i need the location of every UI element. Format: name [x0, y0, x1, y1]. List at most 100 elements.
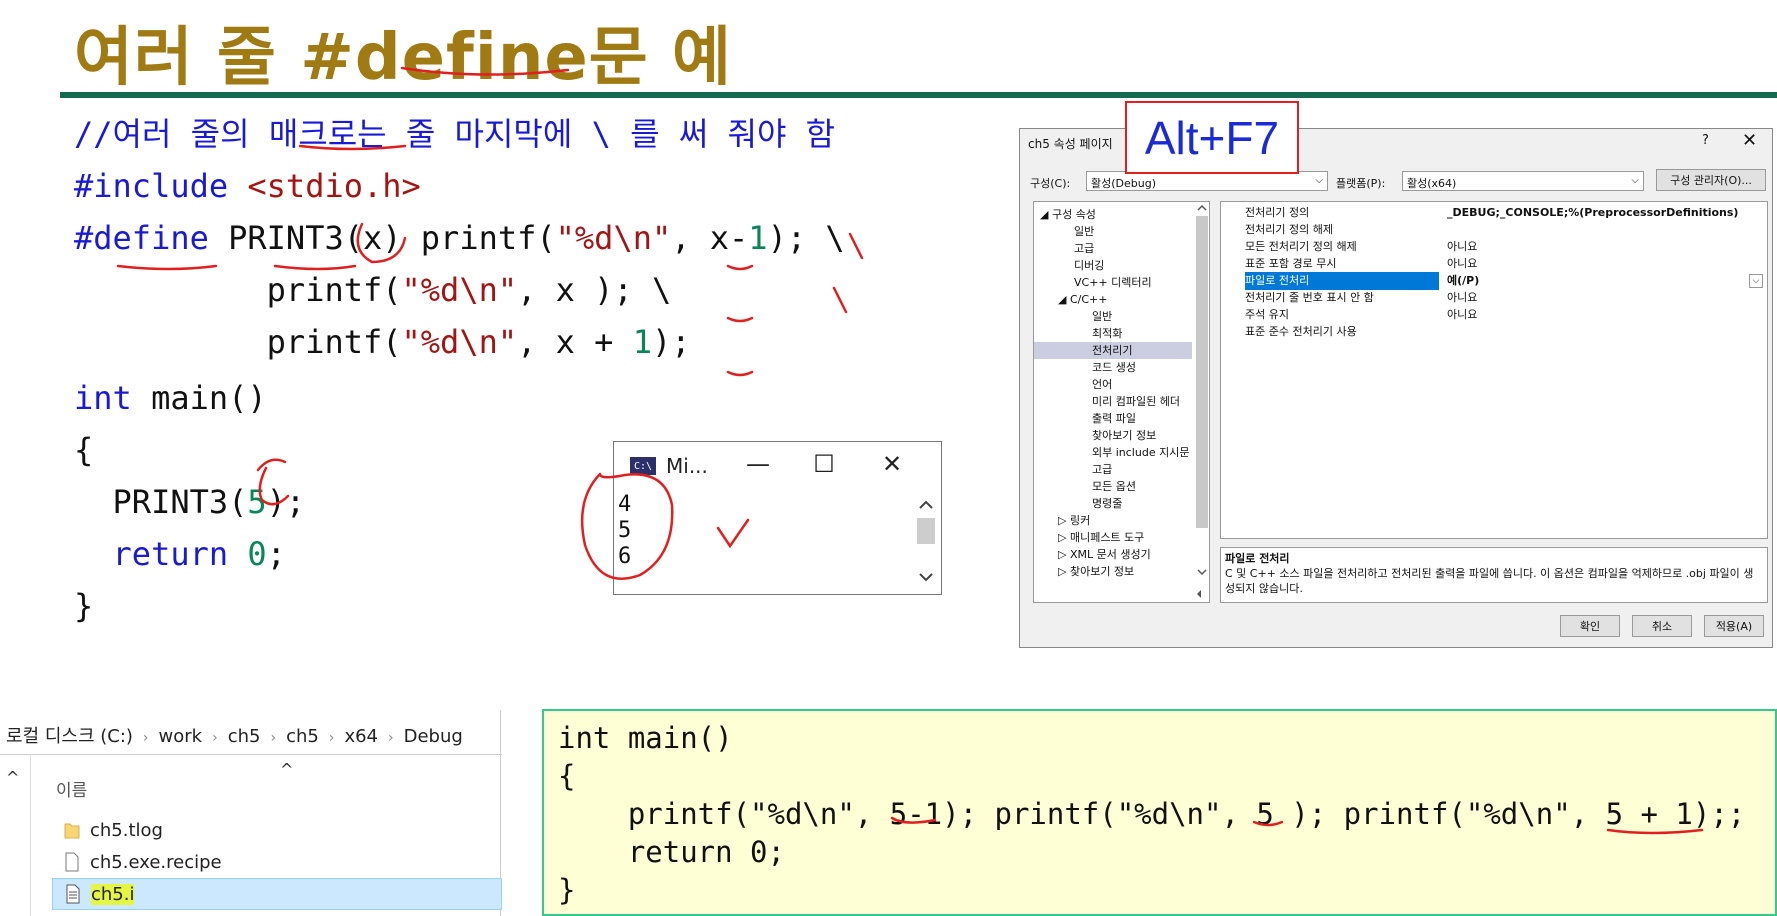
breadcrumb-item[interactable]: x64 — [344, 726, 378, 747]
code-printf-line-3: printf("%d\n", x + 1); — [74, 316, 691, 368]
file-explorer: 로컬 디스크 (C:) › work › ch5 › ch5 › x64 › Debug ^ ^ 이… — [0, 710, 502, 916]
config-select[interactable]: 활성(Debug) ⌵ — [1086, 171, 1328, 191]
maximize-button[interactable]: ☐ — [804, 450, 844, 478]
tree-item[interactable]: VC++ 디렉터리 — [1074, 274, 1152, 291]
grid-key: 모든 전처리기 정의 해제 — [1245, 240, 1357, 253]
tree-item[interactable]: ◢ C/C++ — [1058, 291, 1107, 308]
tree-item[interactable]: 언어 — [1092, 376, 1112, 393]
console-window[interactable]: C:\ Mi... — ☐ ✕ 4 5 6 — [613, 441, 942, 595]
grid-row[interactable]: 전처리기 줄 번호 표시 안 함 아니요 — [1221, 289, 1767, 307]
tree-item[interactable]: 출력 파일 — [1092, 410, 1136, 427]
tree-item[interactable]: ▷ 매니페스트 도구 — [1058, 529, 1144, 546]
underline-x2 — [726, 316, 754, 323]
code-end: ; — [266, 535, 286, 573]
tree-item[interactable]: 미리 컴파일된 헤더 — [1092, 393, 1180, 410]
breadcrumb-item[interactable]: work — [159, 726, 203, 747]
chevron-down-icon[interactable]: ⌵ — [1749, 274, 1763, 288]
chevron-right-icon: › — [388, 730, 394, 746]
tree-item[interactable]: 최적화 — [1092, 325, 1122, 342]
grid-key: 주석 유지 — [1245, 308, 1289, 321]
tree-item[interactable]: 외부 include 지시문 — [1092, 444, 1189, 461]
apply-button[interactable]: 적용(A) — [1704, 615, 1764, 637]
mark-backslash-2 — [832, 286, 848, 314]
platform-select[interactable]: 활성(x64) ⌵ — [1402, 171, 1644, 191]
file-row-selected[interactable]: ch5.i — [52, 878, 502, 910]
grid-row-selected[interactable]: 파일로 전처리 예(/P) ⌵ — [1221, 272, 1767, 290]
title-suffix: 문 예 — [588, 21, 732, 95]
grid-row[interactable]: 주석 유지 아니요 — [1221, 306, 1767, 324]
config-manager-button[interactable]: 구성 관리자(O)... — [1656, 169, 1766, 191]
chevron-right-icon: › — [270, 730, 277, 746]
tree-item[interactable]: 디버깅 — [1074, 257, 1104, 274]
code-number: 1 — [632, 323, 652, 361]
main-signature: main() — [131, 379, 267, 417]
platform-label: 플랫폼(P): — [1336, 177, 1386, 190]
grid-key: 표준 포함 경로 무시 — [1245, 257, 1337, 270]
grid-row[interactable]: 전처리기 정의 _DEBUG;_CONSOLE;%(PreprocessorDef… — [1221, 204, 1767, 222]
close-button[interactable]: ✕ — [872, 450, 912, 478]
grid-key: 파일로 전처리 — [1245, 272, 1439, 290]
sort-up-icon[interactable]: ^ — [280, 760, 293, 779]
tree-item[interactable]: 명령줄 — [1092, 495, 1122, 512]
tree-item[interactable]: ▷ 찾아보기 정보 — [1058, 563, 1134, 580]
tree-item[interactable]: 고급 — [1092, 461, 1112, 478]
slide-title: 여러 줄 #define문 예 — [74, 6, 732, 98]
grid-row[interactable]: 전처리기 정의 해제 — [1221, 221, 1767, 239]
code-include-line: #include <stdio.h> — [74, 160, 421, 212]
code-end: ); — [651, 323, 691, 361]
column-header-name[interactable]: 이름 — [56, 776, 87, 801]
chevron-down-icon: ⌵ — [1631, 175, 1639, 186]
tree-item[interactable]: 코드 생성 — [1092, 359, 1136, 376]
file-row[interactable]: ch5.exe.recipe — [52, 846, 502, 878]
code-number: 5 — [247, 483, 267, 521]
code-printf-line-2: printf("%d\n", x ); \ — [74, 264, 672, 316]
breadcrumb[interactable]: 로컬 디스크 (C:) › work › ch5 › ch5 › x64 › Debug — [6, 722, 463, 748]
line-continuation: , x ); \ — [517, 271, 672, 309]
tree-item-selected[interactable]: 전처리기 — [1034, 342, 1192, 359]
tree-item[interactable]: 일반 — [1092, 308, 1112, 325]
property-tree[interactable]: ◢ 구성 속성 일반 고급 디버깅 VC++ 디렉터리 ◢ C/C++ 일반 최… — [1033, 201, 1210, 603]
folder-icon — [64, 823, 80, 839]
tree-item[interactable]: 찾아보기 정보 — [1092, 427, 1156, 444]
tree-item[interactable]: ▷ XML 문서 생성기 — [1058, 546, 1151, 563]
code-line: return 0; — [558, 835, 785, 869]
minimize-button[interactable]: — — [738, 450, 778, 478]
code-end: ); — [266, 483, 306, 521]
tree-item[interactable]: ◢ 구성 속성 — [1040, 206, 1096, 223]
chevron-up-icon[interactable]: ^ — [6, 768, 19, 787]
property-grid[interactable]: 전처리기 정의 _DEBUG;_CONSOLE;%(PreprocessorDef… — [1220, 201, 1768, 539]
tree-item[interactable]: 모든 옵션 — [1092, 478, 1136, 495]
grid-row[interactable]: 모든 전처리기 정의 해제 아니요 — [1221, 238, 1767, 256]
chevron-right-icon: › — [212, 730, 218, 746]
close-brace: } — [74, 587, 94, 625]
chevron-down-icon: ⌵ — [1315, 175, 1323, 186]
help-button[interactable]: ? — [1702, 133, 1709, 148]
chevron-right-icon: › — [142, 730, 149, 746]
scroll-up-icon — [1197, 204, 1207, 211]
tree-item[interactable]: 일반 — [1074, 223, 1094, 240]
cancel-button[interactable]: 취소 — [1632, 615, 1692, 637]
breadcrumb-item[interactable]: ch5 — [286, 726, 319, 747]
tree-item[interactable]: ▷ 링커 — [1058, 512, 1090, 529]
file-row[interactable]: ch5.tlog — [52, 814, 502, 846]
print3-call: PRINT3( — [74, 483, 248, 521]
dialog-close-button[interactable]: ✕ — [1742, 130, 1757, 151]
code-print3-call: PRINT3(5); — [74, 476, 306, 528]
printf-call: printf( — [74, 271, 402, 309]
tree-item[interactable]: 고급 — [1074, 240, 1094, 257]
code-comment: //여러 줄의 매크로는 줄 마지막에 \ 를 써 줘야 함 — [74, 115, 836, 153]
grid-value: 아니요 — [1447, 240, 1478, 253]
breadcrumb-item[interactable]: Debug — [404, 726, 463, 747]
preprocessed-output: int main() { printf("%d\n", 5-1); printf(… — [542, 709, 1777, 916]
ok-button[interactable]: 확인 — [1560, 615, 1620, 637]
file-name: ch5.i — [91, 883, 135, 905]
grid-row[interactable]: 표준 포함 경로 무시 아니요 — [1221, 255, 1767, 273]
code-number: 0 — [228, 535, 267, 573]
breadcrumb-item[interactable]: ch5 — [228, 726, 261, 747]
code-line: } — [558, 873, 576, 907]
divider — [30, 754, 31, 916]
console-scrollbar[interactable] — [915, 494, 937, 590]
breadcrumb-item[interactable]: 로컬 디스크 (C:) — [6, 726, 133, 747]
grid-row[interactable]: 표준 준수 전처리기 사용 — [1221, 323, 1767, 341]
tree-scrollbar[interactable] — [1194, 202, 1210, 602]
